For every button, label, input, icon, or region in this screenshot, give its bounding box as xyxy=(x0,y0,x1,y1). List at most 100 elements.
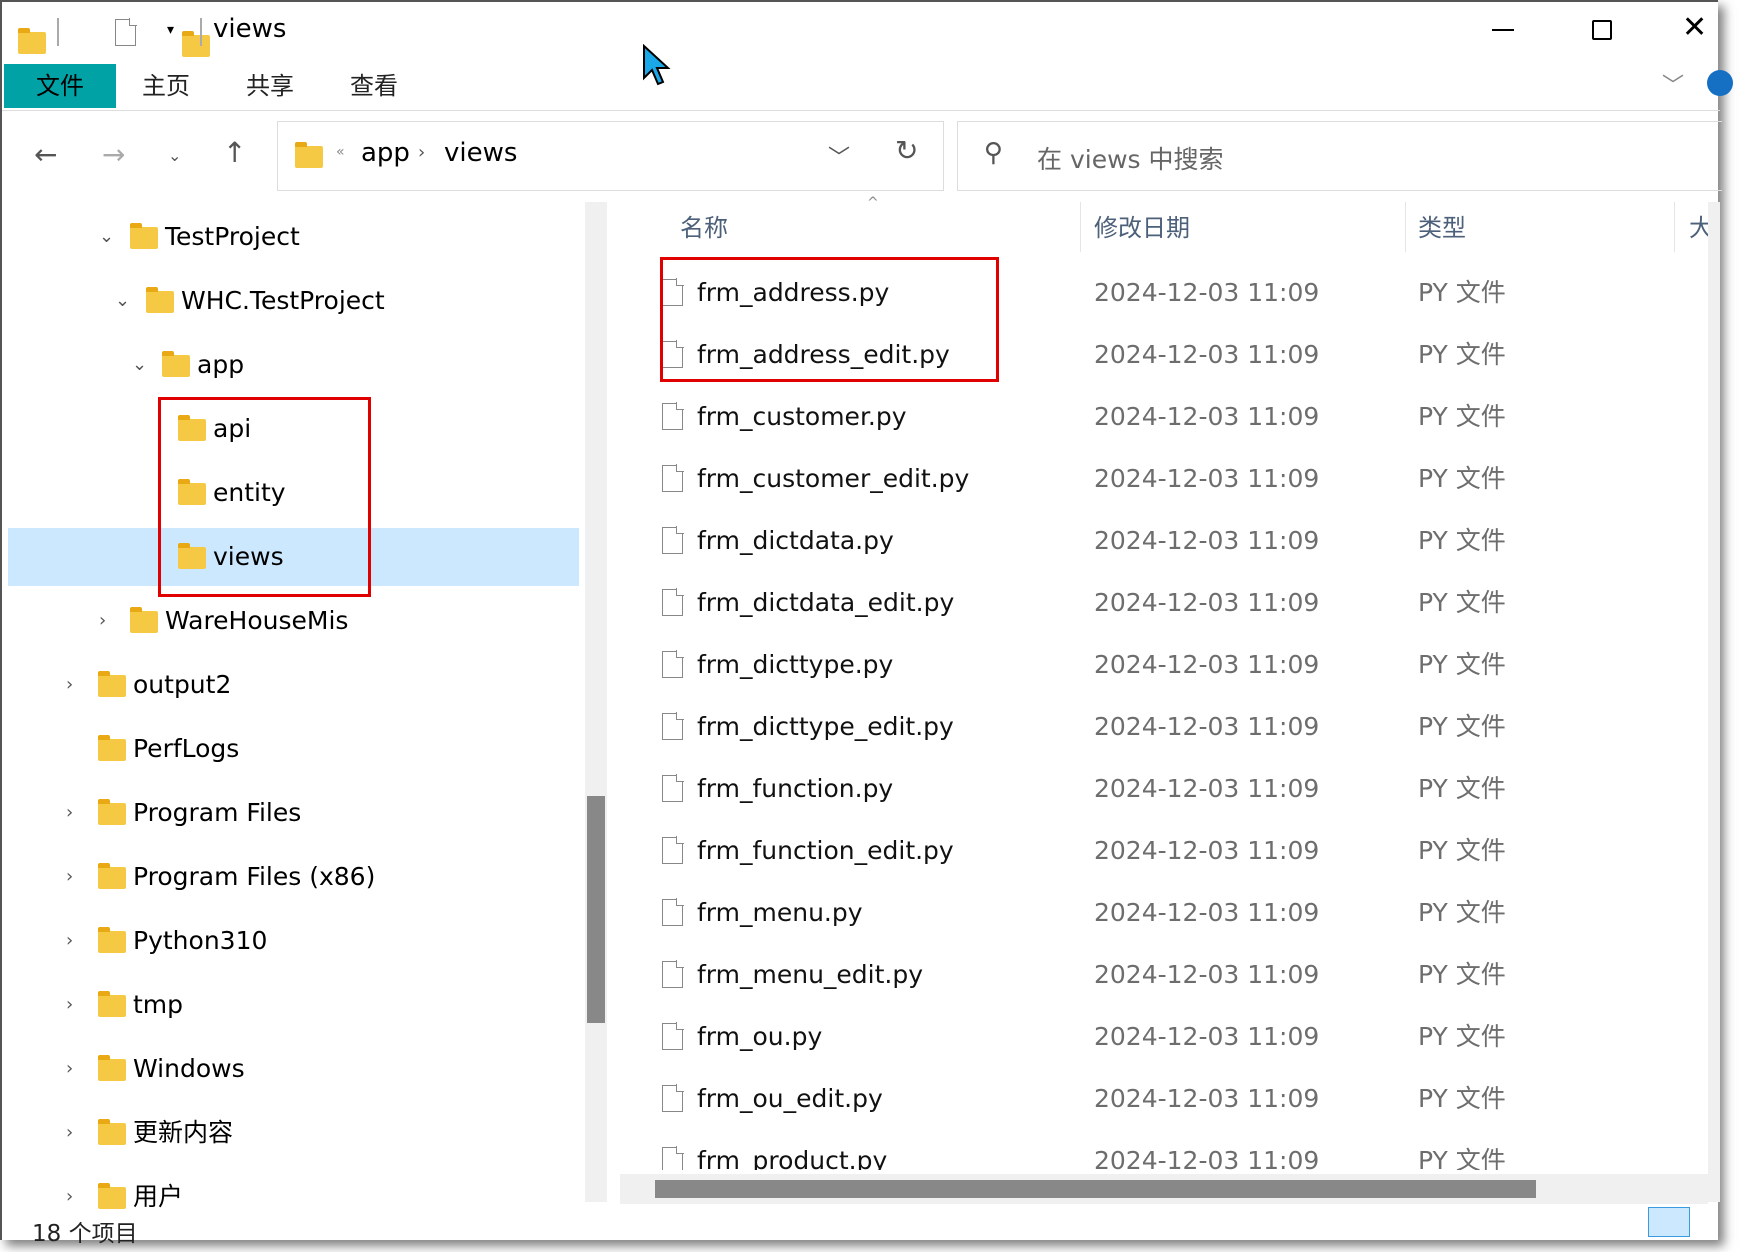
tree-item[interactable]: › output2 xyxy=(8,656,579,714)
tree-item-label: Program Files (x86) xyxy=(133,862,376,891)
tree-item[interactable]: › tmp xyxy=(8,976,579,1034)
tree-item[interactable]: › Program Files xyxy=(8,784,579,842)
file-icon xyxy=(662,774,684,802)
folder-icon xyxy=(98,927,126,953)
address-dropdown-icon[interactable]: ﹀ xyxy=(828,140,850,172)
column-header-date[interactable]: 修改日期 xyxy=(1094,202,1190,254)
file-row[interactable]: frm_ou_edit.py 2024-12-03 11:09 PY 文件 xyxy=(618,1068,1708,1130)
file-date: 2024-12-03 11:09 xyxy=(1094,464,1320,493)
column-header-type[interactable]: 类型 xyxy=(1418,202,1466,254)
tree-item[interactable]: ⌄ WHC.TestProject xyxy=(8,272,579,330)
file-date: 2024-12-03 11:09 xyxy=(1094,898,1320,927)
tree-item[interactable]: ⌄ TestProject xyxy=(8,208,579,266)
chevron-right-icon[interactable]: › xyxy=(99,592,106,650)
chevron-right-icon[interactable]: › xyxy=(66,784,73,842)
help-icon[interactable] xyxy=(1707,70,1733,96)
horizontal-scrollbar[interactable] xyxy=(620,1174,1708,1204)
column-divider[interactable] xyxy=(1674,202,1675,252)
nav-pane-scrollbar-thumb[interactable] xyxy=(587,796,605,1023)
file-row[interactable]: frm_menu.py 2024-12-03 11:09 PY 文件 xyxy=(618,882,1708,944)
file-row[interactable]: frm_ou.py 2024-12-03 11:09 PY 文件 xyxy=(618,1006,1708,1068)
tree-item[interactable]: › Python310 xyxy=(8,912,579,970)
quick-access-dropdown-icon[interactable]: ▾ xyxy=(167,22,174,38)
breadcrumb-separator-icon[interactable]: › xyxy=(418,142,425,163)
forward-button[interactable]: → xyxy=(102,138,125,171)
file-date: 2024-12-03 11:09 xyxy=(1094,1084,1320,1113)
file-type: PY 文件 xyxy=(1418,836,1506,865)
chevron-right-icon[interactable]: › xyxy=(66,1040,73,1098)
tree-item[interactable]: PerfLogs xyxy=(8,720,579,778)
tree-item[interactable]: › Windows xyxy=(8,1040,579,1098)
file-date: 2024-12-03 11:09 xyxy=(1094,650,1320,679)
file-row[interactable]: frm_product.py 2024-12-03 11:09 PY 文件 xyxy=(618,1130,1708,1170)
column-divider[interactable] xyxy=(1080,202,1081,252)
file-row[interactable]: frm_function_edit.py 2024-12-03 11:09 PY 文… xyxy=(618,820,1708,882)
breadcrumb-views[interactable]: views xyxy=(444,138,517,168)
mouse-cursor-icon xyxy=(643,44,671,86)
details-view-button[interactable] xyxy=(1648,1207,1690,1237)
file-type: PY 文件 xyxy=(1418,1084,1506,1113)
file-type: PY 文件 xyxy=(1418,1022,1506,1051)
tree-item[interactable]: › Program Files (x86) xyxy=(8,848,579,906)
address-bar[interactable]: « app › views ﹀ ↻ xyxy=(277,121,944,191)
chevron-down-icon[interactable]: ⌄ xyxy=(99,208,114,266)
chevron-right-icon[interactable]: › xyxy=(66,1104,73,1162)
breadcrumb-app[interactable]: app xyxy=(361,138,410,168)
file-row[interactable]: frm_dictdata_edit.py 2024-12-03 11:09 PY 文… xyxy=(618,572,1708,634)
file-icon xyxy=(662,402,684,430)
file-row[interactable]: frm_dicttype.py 2024-12-03 11:09 PY 文件 xyxy=(618,634,1708,696)
file-name: frm_dicttype_edit.py xyxy=(697,712,954,741)
tab-file[interactable]: 文件 xyxy=(4,64,116,108)
chevron-right-icon[interactable]: › xyxy=(66,656,73,714)
column-divider[interactable] xyxy=(1405,202,1406,252)
file-date: 2024-12-03 11:09 xyxy=(1094,712,1320,741)
window-title: views xyxy=(213,14,287,44)
chevron-down-icon[interactable]: ⌄ xyxy=(132,336,147,394)
maximize-button[interactable] xyxy=(1592,20,1612,40)
file-icon xyxy=(662,836,684,864)
file-row[interactable]: frm_customer_edit.py 2024-12-03 11:09 PY 文… xyxy=(618,448,1708,510)
minimize-button[interactable] xyxy=(1492,29,1514,31)
search-box[interactable]: ⚲ 在 views 中搜索 xyxy=(957,121,1722,191)
tree-item[interactable]: › 更新内容 xyxy=(8,1104,579,1162)
tree-item-label: WareHouseMis xyxy=(165,606,349,635)
tab-view[interactable]: 查看 xyxy=(350,64,398,108)
file-type: PY 文件 xyxy=(1418,650,1506,679)
folder-icon xyxy=(98,1183,126,1209)
file-icon xyxy=(662,464,684,492)
folder-icon xyxy=(162,351,190,377)
nav-pane-scrollbar[interactable] xyxy=(585,202,607,1202)
chevron-right-icon[interactable]: › xyxy=(66,848,73,906)
tab-home[interactable]: 主页 xyxy=(142,64,190,108)
file-row[interactable]: frm_dicttype_edit.py 2024-12-03 11:09 PY 文… xyxy=(618,696,1708,758)
expand-ribbon-icon[interactable]: ﹀ xyxy=(1662,68,1684,100)
recent-locations-icon[interactable]: ⌄ xyxy=(168,146,181,165)
tree-item[interactable]: › WareHouseMis xyxy=(8,592,579,650)
file-row[interactable]: frm_function.py 2024-12-03 11:09 PY 文件 xyxy=(618,758,1708,820)
chevron-right-icon[interactable]: › xyxy=(66,912,73,970)
properties-icon[interactable] xyxy=(115,18,138,46)
file-icon xyxy=(662,588,684,616)
file-date: 2024-12-03 11:09 xyxy=(1094,836,1320,865)
file-list-scrollbar[interactable] xyxy=(1708,202,1720,1202)
refresh-button[interactable]: ↻ xyxy=(895,134,918,167)
close-button[interactable]: ✕ xyxy=(1682,10,1707,45)
file-type: PY 文件 xyxy=(1418,464,1506,493)
horizontal-scrollbar-thumb[interactable] xyxy=(655,1180,1536,1198)
tree-item[interactable]: ⌄ app xyxy=(8,336,579,394)
file-row[interactable]: frm_dictdata.py 2024-12-03 11:09 PY 文件 xyxy=(618,510,1708,572)
overflow-chevron[interactable]: « xyxy=(336,144,345,160)
up-button[interactable]: ↑ xyxy=(223,136,246,169)
file-name: frm_customer.py xyxy=(697,402,907,431)
file-date: 2024-12-03 11:09 xyxy=(1094,960,1320,989)
column-header-name[interactable]: 名称 xyxy=(680,202,728,254)
chevron-down-icon[interactable]: ⌄ xyxy=(115,272,130,330)
new-folder-icon[interactable] xyxy=(182,30,211,57)
file-row[interactable]: frm_menu_edit.py 2024-12-03 11:09 PY 文件 xyxy=(618,944,1708,1006)
file-row[interactable]: frm_customer.py 2024-12-03 11:09 PY 文件 xyxy=(618,386,1708,448)
file-name: frm_product.py xyxy=(697,1146,888,1170)
back-button[interactable]: ← xyxy=(34,138,57,171)
tab-share[interactable]: 共享 xyxy=(246,64,294,108)
chevron-right-icon[interactable]: › xyxy=(66,976,73,1034)
file-name: frm_ou.py xyxy=(697,1022,823,1051)
